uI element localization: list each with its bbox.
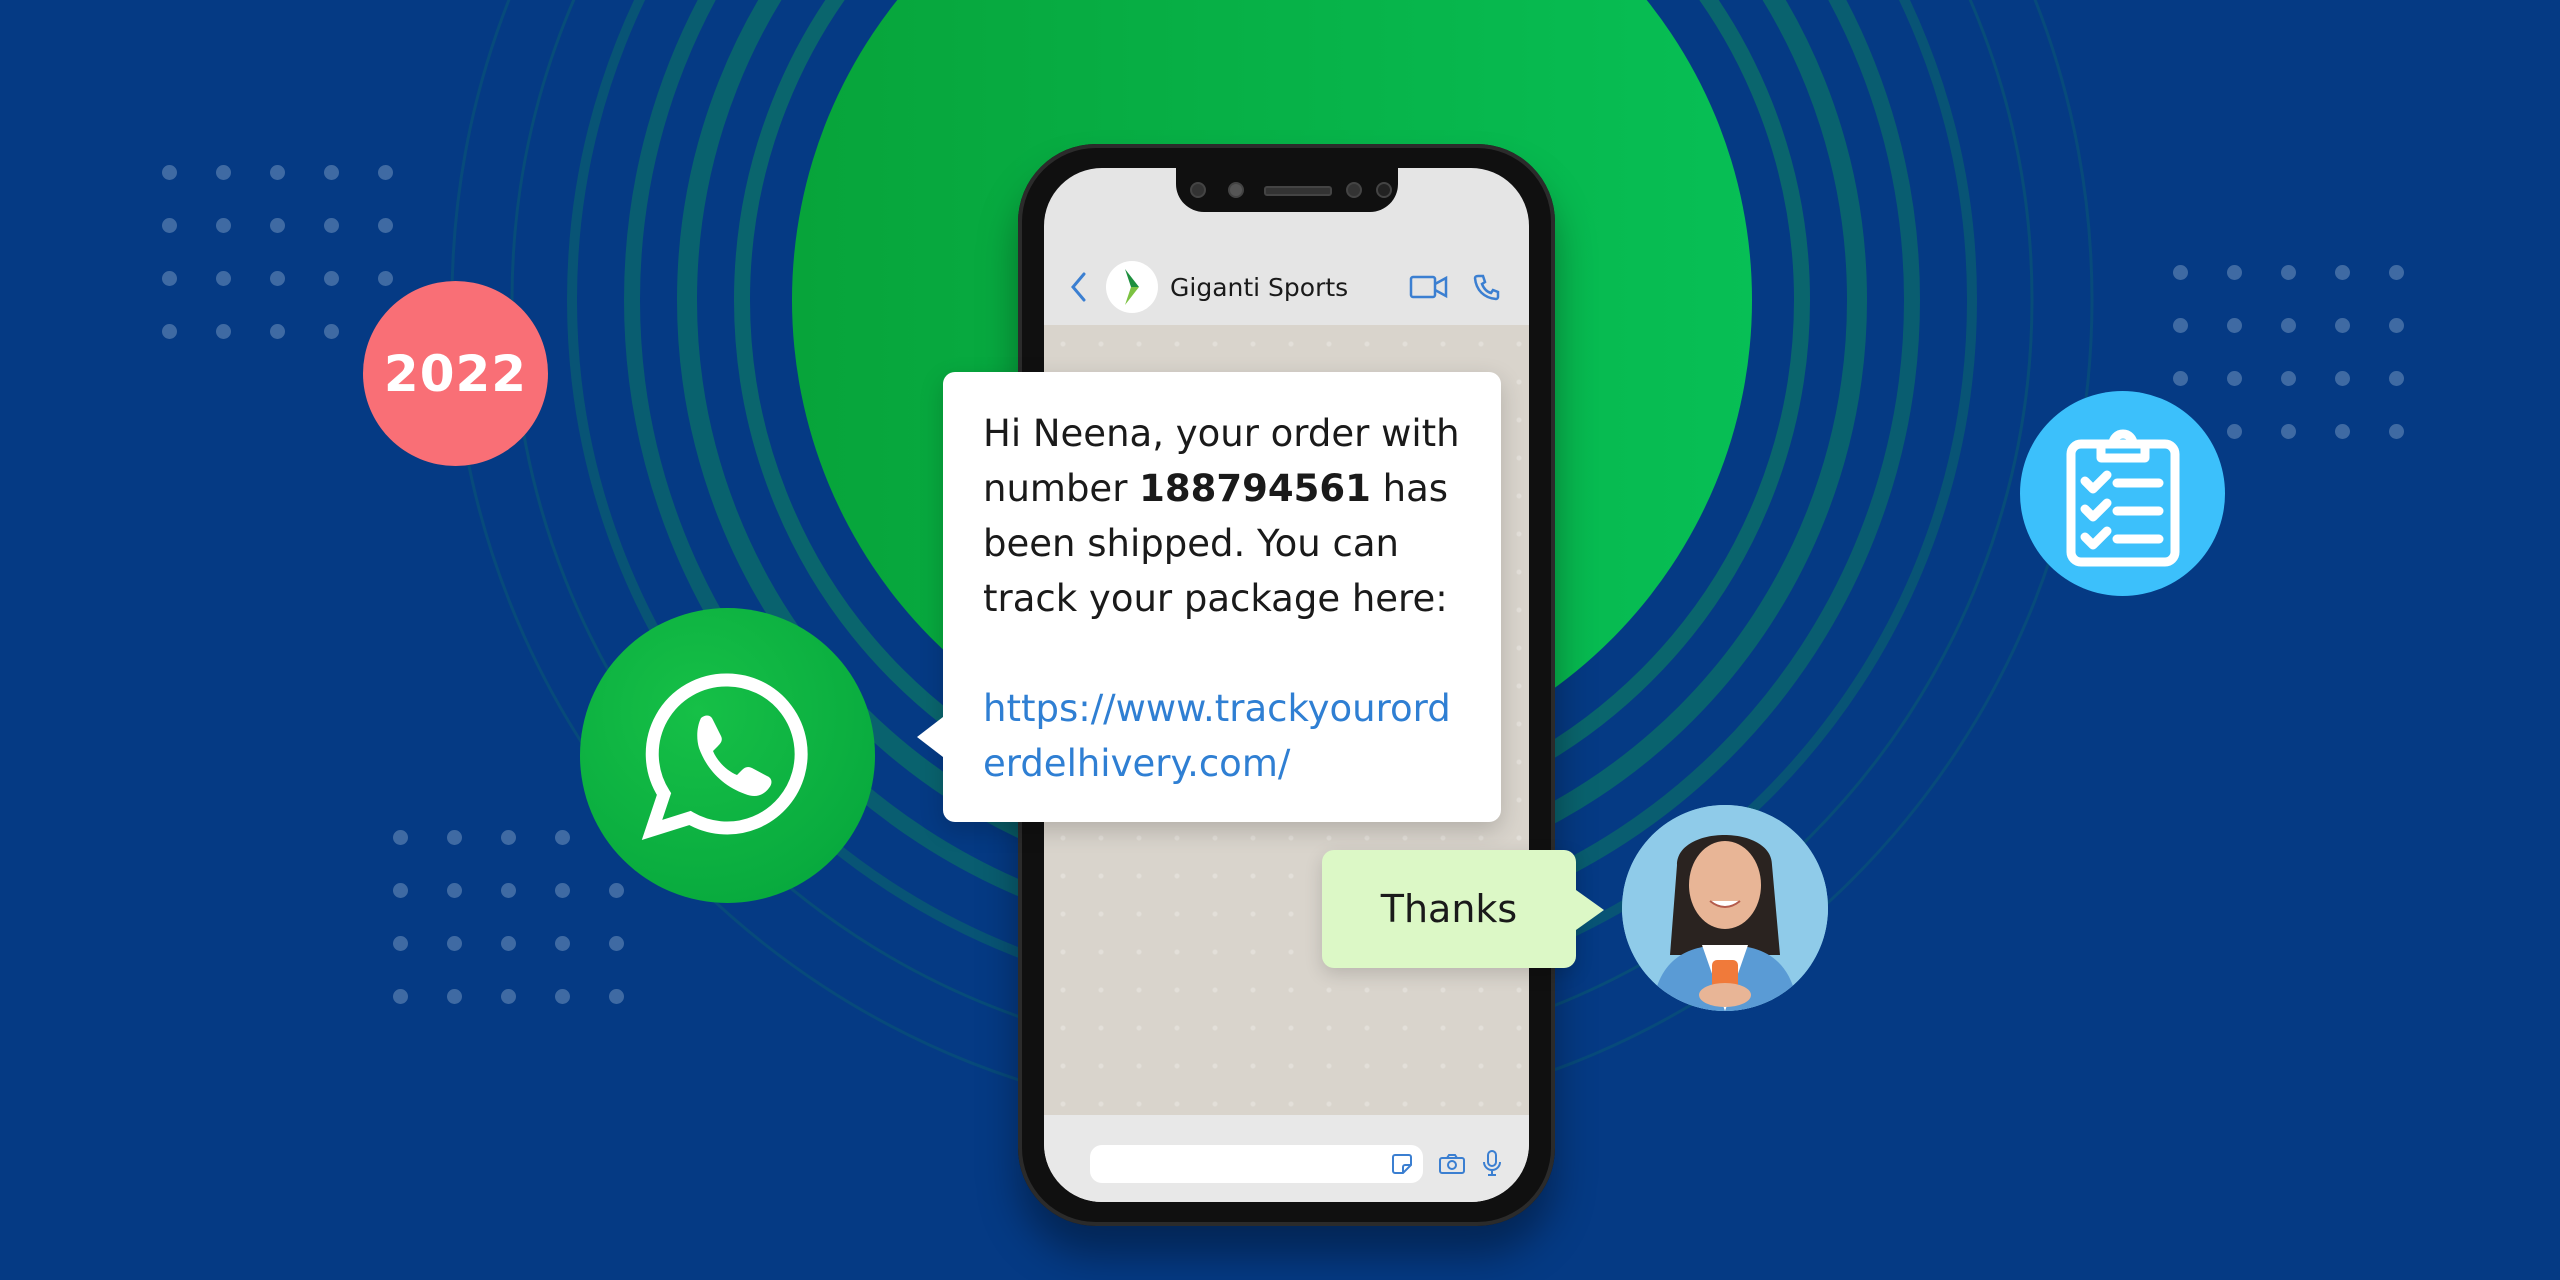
camera-icon[interactable] xyxy=(1438,1153,1466,1179)
giganti-sports-logo[interactable] xyxy=(1106,261,1158,313)
decorative-dot xyxy=(501,989,516,1004)
decorative-dot xyxy=(609,883,624,898)
decorative-dot xyxy=(378,271,393,286)
decorative-dot xyxy=(162,271,177,286)
decorative-dot xyxy=(393,936,408,951)
decorative-dot xyxy=(2389,371,2404,386)
decorative-dot xyxy=(393,883,408,898)
decorative-dot xyxy=(216,165,231,180)
tracking-link[interactable]: https://www.trackyourorderdelhivery.com/ xyxy=(983,681,1471,791)
chevron-left-icon[interactable] xyxy=(1066,267,1090,307)
decorative-dot xyxy=(2227,424,2242,439)
decorative-dot xyxy=(447,936,462,951)
microphone-icon[interactable] xyxy=(1482,1149,1502,1181)
decorative-dot xyxy=(447,989,462,1004)
decorative-dot xyxy=(2227,371,2242,386)
decorative-dot xyxy=(378,218,393,233)
decorative-dot xyxy=(2389,424,2404,439)
decorative-dot xyxy=(2335,318,2350,333)
whatsapp-badge xyxy=(580,608,875,903)
decorative-dot xyxy=(2335,265,2350,280)
phone-notch xyxy=(1176,168,1398,212)
decorative-dot xyxy=(2389,265,2404,280)
decorative-dot xyxy=(447,830,462,845)
decorative-dot xyxy=(2281,424,2296,439)
dot-grid-right xyxy=(2173,265,2443,439)
decorative-dot xyxy=(324,165,339,180)
decorative-dot xyxy=(270,165,285,180)
customer-avatar xyxy=(1622,805,1828,1011)
video-call-icon[interactable] xyxy=(1407,267,1451,307)
decorative-dot xyxy=(324,218,339,233)
decorative-dot xyxy=(447,883,462,898)
decorative-dot xyxy=(162,324,177,339)
decorative-dot xyxy=(2281,265,2296,280)
contact-name[interactable]: Giganti Sports xyxy=(1170,273,1348,302)
decorative-dot xyxy=(2227,265,2242,280)
decorative-dot xyxy=(216,271,231,286)
decorative-dot xyxy=(501,830,516,845)
message-composer xyxy=(1044,1115,1529,1202)
decorative-dot xyxy=(2173,265,2188,280)
decorative-dot xyxy=(555,989,570,1004)
decorative-dot xyxy=(216,324,231,339)
sticker-icon[interactable] xyxy=(1391,1153,1413,1179)
decorative-dot xyxy=(609,936,624,951)
decorative-dot xyxy=(162,165,177,180)
phone-call-icon[interactable] xyxy=(1469,267,1503,307)
decorative-dot xyxy=(270,324,285,339)
decorative-dot xyxy=(324,324,339,339)
decorative-dot xyxy=(501,936,516,951)
decorative-dot xyxy=(555,883,570,898)
decorative-dot xyxy=(609,989,624,1004)
message-input[interactable] xyxy=(1090,1145,1423,1183)
decorative-dot xyxy=(2335,371,2350,386)
decorative-dot xyxy=(393,989,408,1004)
decorative-dot xyxy=(555,830,570,845)
incoming-message-bubble: Hi Neena, your order with number 1887945… xyxy=(917,372,1501,822)
decorative-dot xyxy=(501,883,516,898)
outgoing-message-text: Thanks xyxy=(1380,887,1518,931)
decorative-dot xyxy=(2173,318,2188,333)
year-badge-text: 2022 xyxy=(383,344,528,403)
decorative-dot xyxy=(270,218,285,233)
decorative-dot xyxy=(324,271,339,286)
order-number: 188794561 xyxy=(1139,467,1371,510)
whatsapp-logo-icon xyxy=(641,672,808,840)
decorative-dot xyxy=(162,218,177,233)
decorative-dot xyxy=(2281,371,2296,386)
decorative-dot xyxy=(393,830,408,845)
year-badge: 2022 xyxy=(363,281,548,466)
clipboard-badge xyxy=(2020,391,2225,596)
decorative-dot xyxy=(2389,318,2404,333)
decorative-dot xyxy=(270,271,285,286)
decorative-dot xyxy=(216,218,231,233)
decorative-dot xyxy=(2281,318,2296,333)
decorative-dot xyxy=(2335,424,2350,439)
decorative-dot xyxy=(555,936,570,951)
clipboard-checklist-icon xyxy=(2066,429,2179,566)
outgoing-message-bubble: Thanks xyxy=(1322,850,1604,968)
customer-illustration xyxy=(1622,805,1828,1011)
decorative-dot xyxy=(378,165,393,180)
chat-header: Giganti Sports xyxy=(1044,248,1529,326)
decorative-dot xyxy=(2227,318,2242,333)
decorative-dot xyxy=(2173,371,2188,386)
